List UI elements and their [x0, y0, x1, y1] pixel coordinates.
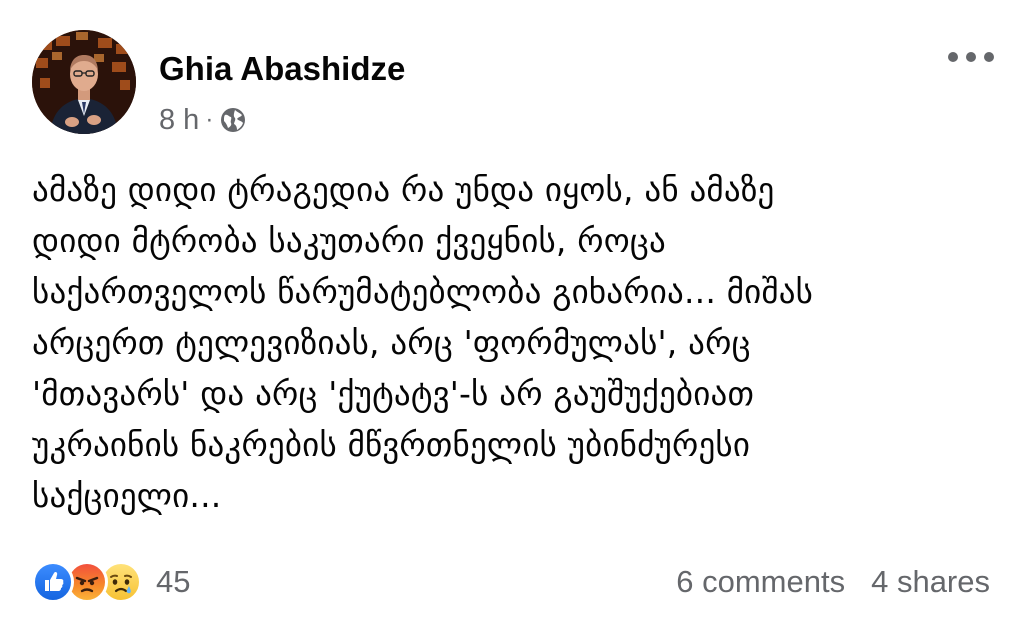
globe-icon[interactable] [219, 106, 247, 134]
post-time[interactable]: 8 h [159, 104, 199, 137]
post-meta: 8 h · [159, 100, 247, 140]
post-text: ამაზე დიდი ტრაგედია რა უნდა იყოს, ან ამა… [32, 170, 814, 515]
facebook-post: Ghia Abashidze 8 h · ამაზე დიდი ტრაგედია… [0, 0, 1024, 628]
like-icon [32, 561, 74, 603]
reactions-summary[interactable]: 45 [32, 560, 190, 604]
author-name[interactable]: Ghia Abashidze [159, 49, 405, 89]
more-horizontal-icon [948, 52, 958, 62]
more-options-button[interactable] [948, 45, 994, 69]
post-stats: 6 comments 4 shares [676, 560, 990, 604]
reaction-count: 45 [156, 564, 191, 599]
avatar-photo [32, 30, 136, 134]
avatar[interactable] [32, 30, 136, 134]
comments-count-link[interactable]: 6 comments [676, 564, 845, 600]
meta-separator: · [205, 106, 214, 133]
shares-count-link[interactable]: 4 shares [871, 564, 990, 600]
